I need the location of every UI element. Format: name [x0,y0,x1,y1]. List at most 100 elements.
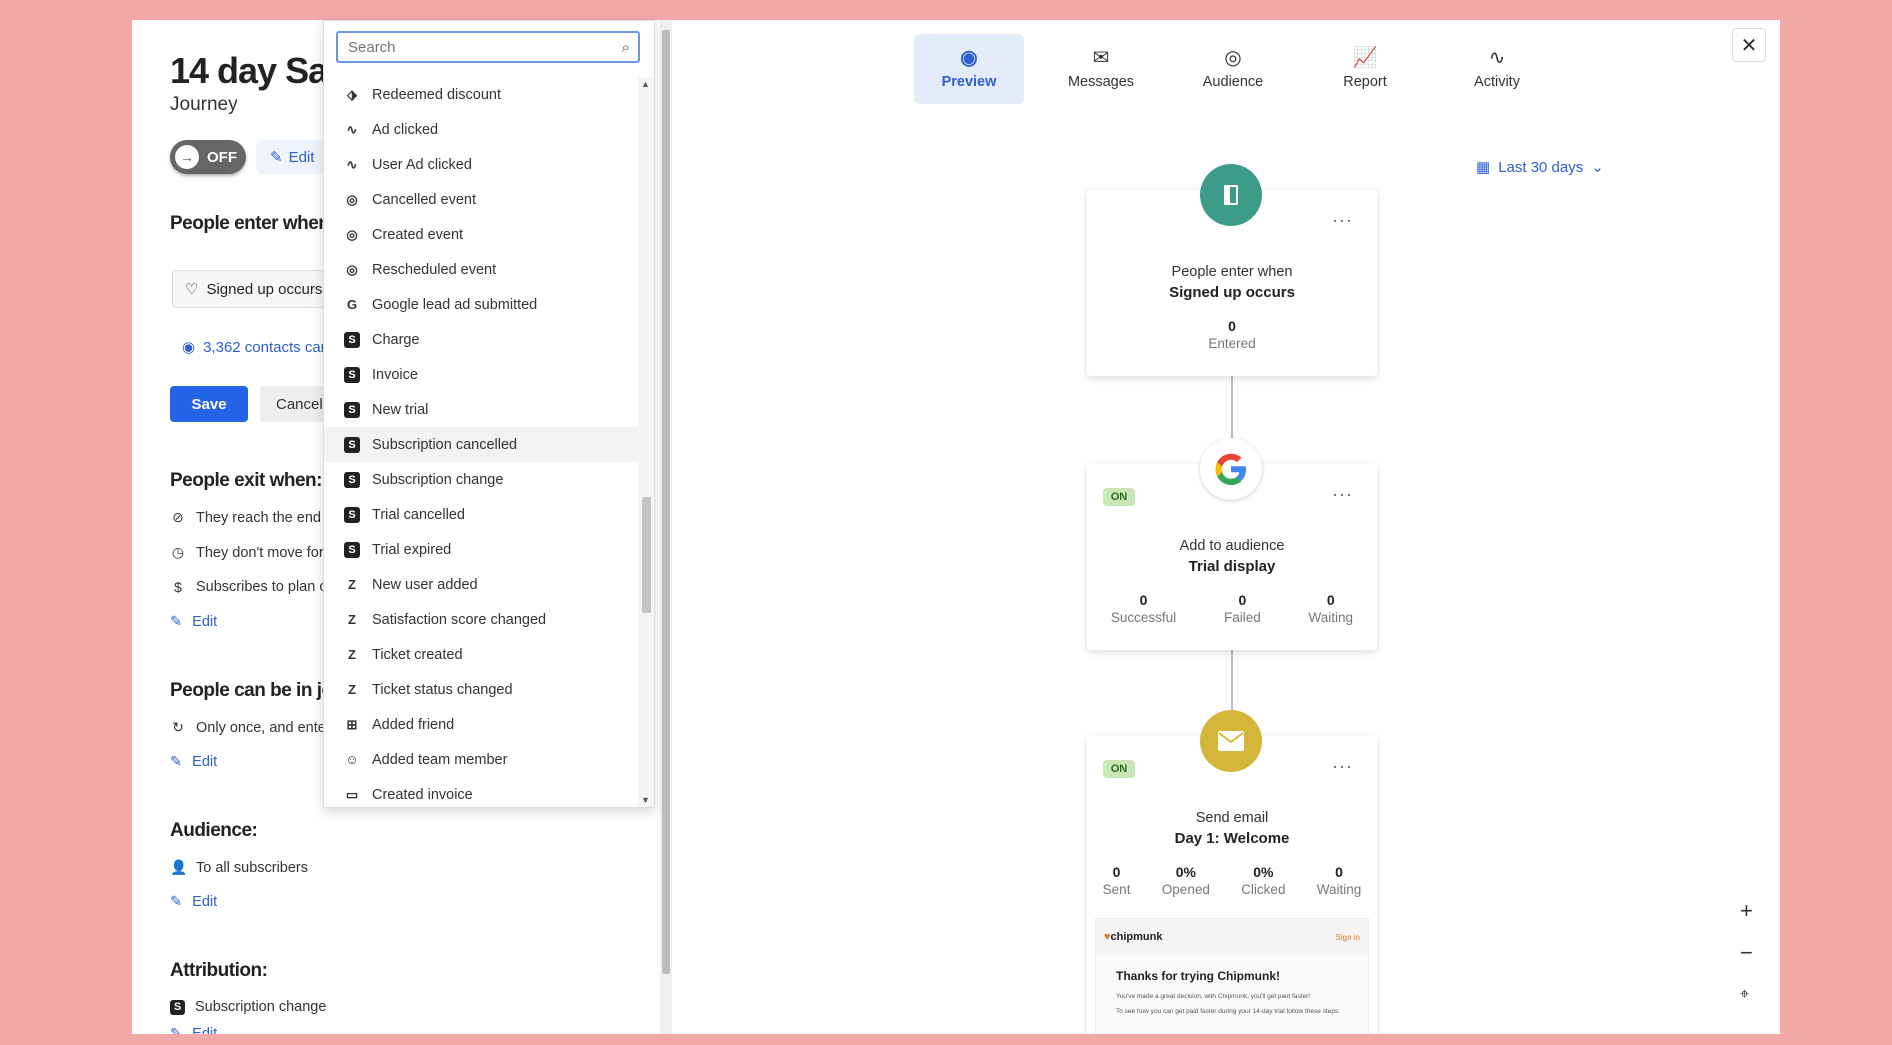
trigger-dropdown: ⌕ ⬗ Redeemed discount ∿ Ad clicked ∿ User Ad … [323,20,655,808]
zoom-in-button[interactable]: + [1740,898,1753,924]
dropdown-item[interactable]: ⊞ Added friend [324,707,638,742]
dropdown-item[interactable]: G Google lead ad submitted [324,287,638,322]
more-options-button[interactable]: ··· [1332,756,1353,777]
left-panel-scrollbar[interactable] [660,20,672,1034]
dropdown-item[interactable]: ∿ User Ad clicked [324,147,638,182]
stat-opened: 0% Opened [1162,864,1210,897]
edit-icon: ✎ [170,1026,183,1034]
dropdown-item[interactable]: S Trial expired [324,532,638,567]
status-badge: ON [1103,760,1135,778]
recenter-button[interactable]: ⌖ [1740,986,1749,1004]
email-node-card[interactable]: ON ··· Send email Day 1: Welcome 0 Sent … [1087,710,1377,1034]
tab-audience[interactable]: ◎ Audience [1178,34,1288,104]
dollar-circle-icon: $ [174,579,182,595]
dropdown-item[interactable]: S Subscription cancelled [324,427,638,462]
chart-icon: 📈 [1352,47,1378,69]
exit-edit-link[interactable]: ✎ Edit [170,614,217,630]
dropdown-search[interactable]: ⌕ [336,31,640,63]
entry-line2: Signed up occurs [1169,284,1295,301]
journey-toggle[interactable]: → OFF [170,140,246,174]
dropdown-item[interactable]: Z Ticket created [324,637,638,672]
zendesk-icon: Z [348,647,356,662]
audience-rule: 👤 To all subscribers [170,859,308,876]
dropdown-item[interactable]: ◎ Cancelled event [324,182,638,217]
zendesk-icon: Z [348,612,356,627]
tab-report[interactable]: 📈 Report [1310,34,1420,104]
stat-clicked: 0% Clicked [1241,864,1285,897]
save-button[interactable]: Save [170,386,248,422]
tab-messages[interactable]: ✉ Messages [1046,34,1156,104]
scroll-up-icon[interactable]: ▲ [641,79,650,89]
activity-icon: ∿ [346,121,358,137]
zoom-out-button[interactable]: − [1740,940,1753,966]
entry-node-card[interactable]: ··· People enter when Signed up occurs 0… [1087,164,1377,376]
stat-entered: 0 Entered [1208,318,1255,351]
repeat-heading: People can be in jou [170,680,344,701]
email-preview[interactable]: ♥chipmunk Sign in Thanks for trying Chip… [1095,918,1369,1034]
dropdown-item[interactable]: Z Ticket status changed [324,672,638,707]
stat-label: Entered [1208,336,1256,351]
tab-label: Audience [1202,74,1264,90]
pulse-icon: ∿ [1488,47,1506,69]
calendly-icon: ◎ [346,191,358,207]
stripe-icon: S [344,366,360,383]
dropdown-item[interactable]: ◎ Created event [324,217,638,252]
email-line1: Send email [1195,810,1269,826]
scroll-down-icon[interactable]: ▼ [641,795,650,805]
dropdown-item[interactable]: S Trial cancelled [324,497,638,532]
dropdown-item[interactable]: Z Satisfaction score changed [324,602,638,637]
zendesk-icon: Z [348,682,356,697]
scrollbar-thumb[interactable] [642,497,651,613]
dropdown-item-label: User Ad clicked [372,156,472,173]
activity-icon: ∿ [346,156,358,172]
calendly-icon: ◎ [346,226,358,242]
stripe-icon: S [344,331,360,348]
envelope-icon: ✉ [1092,47,1110,69]
envelope-icon [1200,710,1262,772]
dropdown-item[interactable]: ▭ Created invoice [324,777,638,807]
search-input[interactable] [346,37,622,57]
dropdown-item[interactable]: S New trial [324,392,638,427]
dropdown-item[interactable]: ☺ Added team member [324,742,638,777]
edit-title-button[interactable]: ✎ Edit [256,140,329,174]
contacts-link[interactable]: ◉ 3,362 contacts can [182,338,329,357]
dropdown-item[interactable]: Z New user added [324,567,638,602]
dropdown-item[interactable]: S Charge [324,322,638,357]
clock-icon: ◷ [171,544,185,560]
dropdown-item-label: Ticket status changed [372,681,513,698]
dropdown-list: ⬗ Redeemed discount ∿ Ad clicked ∿ User Ad cl… [324,77,638,807]
stat-waiting: 0 Waiting [1317,864,1362,897]
date-range-selector[interactable]: ▦ Last 30 days ⌄ [1476,158,1604,177]
attribution-edit-link[interactable]: ✎ Edit [170,1026,217,1034]
target-icon: ◎ [1224,47,1242,69]
stat-value: 0% [1253,864,1274,880]
audience-edit-link[interactable]: ✎ Edit [170,894,217,910]
stat-label: Opened [1161,882,1210,897]
more-options-button[interactable]: ··· [1332,484,1353,505]
dropdown-item[interactable]: S Subscription change [324,462,638,497]
dropdown-item-label: Trial cancelled [372,506,465,523]
stat-label: Waiting [1316,882,1362,897]
tab-label: Report [1343,74,1387,90]
dropdown-scrollbar[interactable]: ▲ ▼ [638,77,654,807]
tab-preview[interactable]: ◉ Preview [914,34,1024,104]
scrollbar-thumb[interactable] [662,30,670,974]
tab-activity[interactable]: ∿ Activity [1442,34,1552,104]
dropdown-item[interactable]: ⬗ Redeemed discount [324,77,638,112]
heart-icon: ♡ [185,281,199,298]
calendly-icon: ◎ [346,261,358,277]
audience-node-card[interactable]: ON ··· Add to audience Trial display 0 S… [1087,438,1377,650]
audience-line2: Trial display [1188,558,1276,575]
more-options-button[interactable]: ··· [1332,210,1353,231]
repeat-edit-link[interactable]: ✎ Edit [170,754,217,770]
close-button[interactable]: ✕ [1732,28,1766,62]
stripe-icon: S [344,506,360,523]
stat-label: Clicked [1241,882,1286,897]
trigger-chip[interactable]: ♡ Signed up occurs [172,270,336,308]
exit-rule-plan: $ Subscribes to plan o [170,579,327,595]
email-preview-paragraph: To see how you can get paid faster durin… [1116,1008,1341,1015]
dropdown-item[interactable]: ∿ Ad clicked [324,112,638,147]
dropdown-item[interactable]: S Invoice [324,357,638,392]
dropdown-item[interactable]: ◎ Rescheduled event [324,252,638,287]
repeat-rule-label: Only once, and enter [196,719,331,736]
